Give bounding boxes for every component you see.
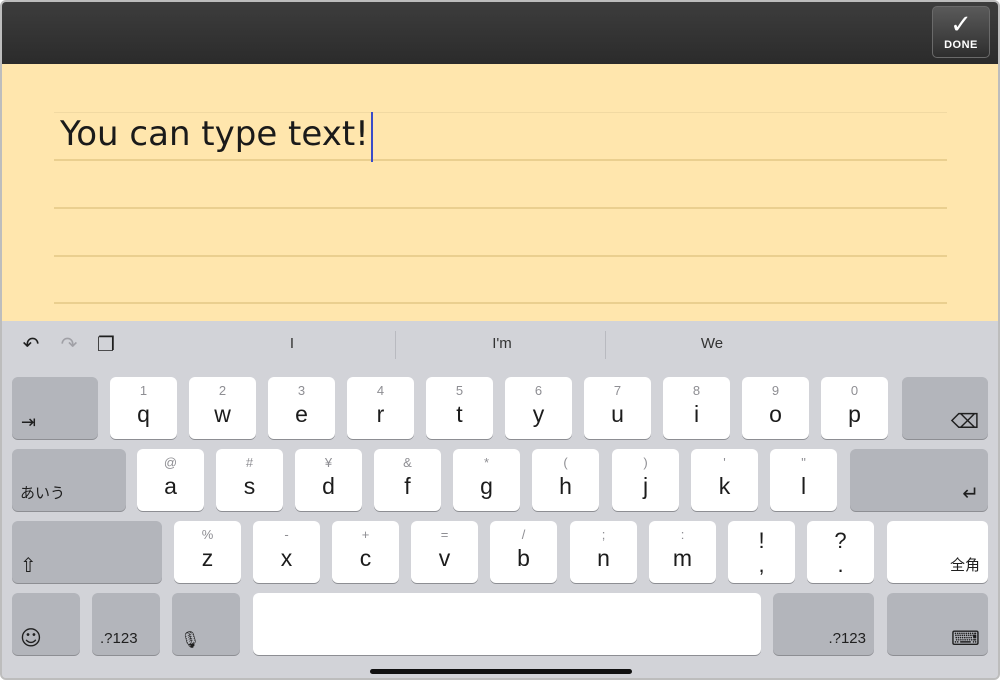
key-f[interactable]: & f <box>374 449 441 511</box>
done-label: DONE <box>944 39 978 51</box>
key-y[interactable]: 6y <box>505 377 572 439</box>
dictation-key[interactable]: 🎙 <box>172 593 240 655</box>
shift-key[interactable]: ⇧ <box>12 521 162 583</box>
microphone-icon: 🎙 <box>180 630 201 649</box>
key-h[interactable]: (h <box>532 449 599 511</box>
keyboard: ↶ ↷ ❐ I I'm We ⇥ 1q 2w 3e 4r 5t 6y 7u 8i… <box>2 321 998 678</box>
key-e[interactable]: 3e <box>268 377 335 439</box>
suggestion-2[interactable]: I'm <box>397 329 607 359</box>
return-key[interactable]: ↵ <box>850 449 988 511</box>
delete-key[interactable]: ⌫ <box>902 377 988 439</box>
key-c[interactable]: + c <box>332 521 399 583</box>
dismiss-keyboard-key[interactable]: ⌨ <box>887 593 988 655</box>
key-z[interactable]: % z <box>174 521 241 583</box>
home-indicator[interactable] <box>370 669 632 674</box>
suggestion-3[interactable]: We <box>607 329 817 359</box>
undo-icon[interactable]: ↶ <box>20 333 42 355</box>
key-comma[interactable]: !, <box>728 521 795 583</box>
redo-icon[interactable]: ↷ <box>58 333 80 355</box>
numbers-key-left[interactable]: .?123 <box>92 593 160 655</box>
key-d[interactable]: ¥ d <box>295 449 362 511</box>
suggestion-1[interactable]: I <box>187 329 397 359</box>
delete-icon: ⌫ <box>950 409 979 433</box>
suggestion-divider <box>395 331 396 359</box>
return-icon: ↵ <box>962 481 979 505</box>
key-b[interactable]: / b <box>490 521 557 583</box>
key-s[interactable]: # s <box>216 449 283 511</box>
space-bar[interactable] <box>253 593 761 655</box>
ruled-line <box>54 255 947 257</box>
key-u[interactable]: 7u <box>584 377 651 439</box>
keyboard-dismiss-icon: ⌨ <box>951 626 980 650</box>
key-m[interactable]: :m <box>649 521 716 583</box>
key-r[interactable]: 4r <box>347 377 414 439</box>
zenkaku-label: 全角 <box>949 557 980 574</box>
checkmark-icon: ✓ <box>950 10 972 40</box>
ruled-line <box>54 302 947 304</box>
key-g[interactable]: * g <box>453 449 520 511</box>
tab-icon: ⇥ <box>21 412 37 433</box>
numbers-label: .?123 <box>100 630 138 647</box>
key-i[interactable]: 8i <box>663 377 730 439</box>
text-cursor <box>370 112 373 162</box>
emoji-icon: ☺ <box>20 626 42 650</box>
key-t[interactable]: 5t <box>426 377 493 439</box>
kana-key[interactable]: あいう <box>12 449 126 511</box>
key-v[interactable]: = v <box>411 521 478 583</box>
key-k[interactable]: ' k <box>691 449 758 511</box>
key-a[interactable]: @ a <box>137 449 204 511</box>
key-x[interactable]: -x <box>253 521 320 583</box>
key-o[interactable]: 9o <box>742 377 809 439</box>
paste-icon[interactable]: ❐ <box>95 333 117 355</box>
shortcut-bar: ↶ ↷ ❐ I I'm We <box>2 321 998 369</box>
note-text[interactable]: You can type text! <box>60 112 373 162</box>
numbers-label: .?123 <box>828 630 866 647</box>
suggestion-divider <box>605 331 606 359</box>
top-bar: ✓ DONE <box>2 2 998 64</box>
key-w[interactable]: 2w <box>189 377 256 439</box>
key-n[interactable]: ; n <box>570 521 637 583</box>
kana-label: あいう <box>20 485 66 502</box>
key-j[interactable]: ) j <box>612 449 679 511</box>
note-area[interactable]: You can type text! <box>2 64 998 321</box>
key-q[interactable]: 1q <box>110 377 177 439</box>
key-p[interactable]: 0p <box>821 377 888 439</box>
app-window: ✓ DONE You can type text! ↶ ↷ ❐ I I'm We… <box>0 0 1000 680</box>
ruled-line <box>54 207 947 209</box>
key-l[interactable]: " l <box>770 449 837 511</box>
emoji-key[interactable]: ☺ <box>12 593 80 655</box>
zenkaku-key[interactable]: 全角 <box>887 521 988 583</box>
tab-key[interactable]: ⇥ <box>12 377 98 439</box>
key-period[interactable]: ?. <box>807 521 874 583</box>
shift-icon: ⇧ <box>20 553 37 577</box>
done-button[interactable]: ✓ DONE <box>932 6 990 58</box>
note-text-content: You can type text! <box>60 114 369 154</box>
numbers-key-right[interactable]: .?123 <box>773 593 874 655</box>
ruled-line <box>54 112 947 113</box>
